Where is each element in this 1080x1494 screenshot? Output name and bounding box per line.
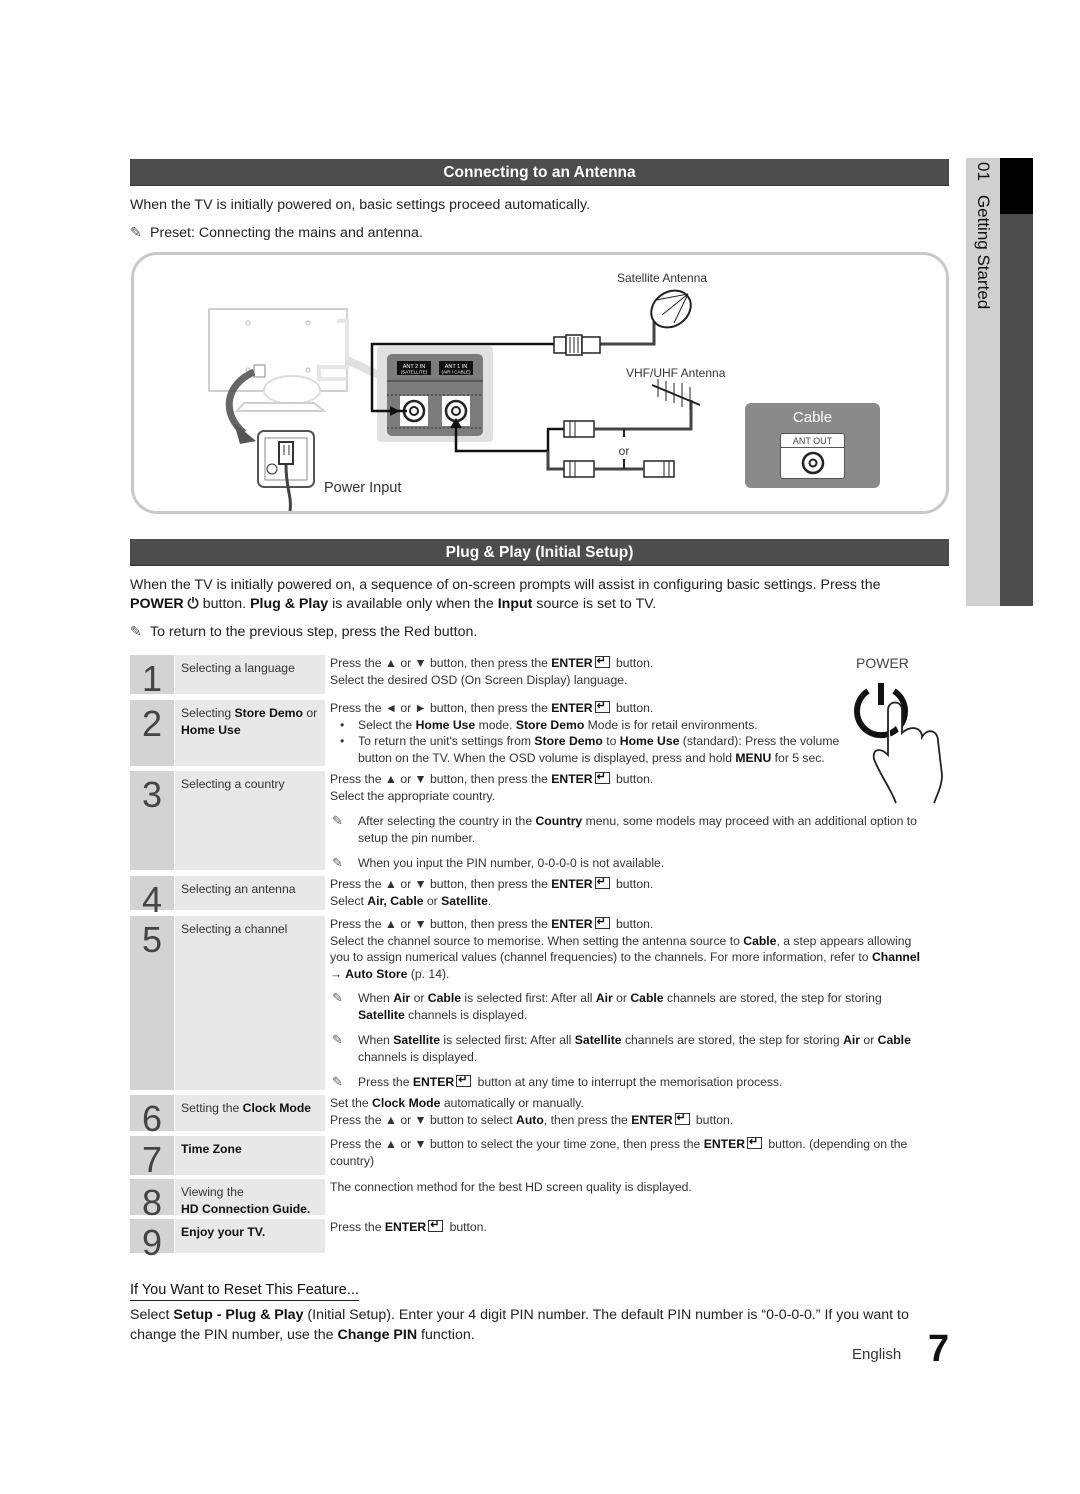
step-row-4: 4 Selecting an antenna	[130, 876, 325, 920]
step-number: 9	[130, 1219, 174, 1263]
note-pencil-icon: ✎	[332, 813, 343, 828]
vhf-uhf-antenna-icon	[651, 379, 701, 409]
step-title: Viewing the HD Connection Guide.	[175, 1179, 325, 1216]
chapter-number: 01	[974, 162, 993, 181]
note-pencil-icon: ✎	[332, 990, 343, 1005]
note-pencil-icon: ✎	[130, 623, 142, 639]
plug-play-note: ✎ To return to the previous step, press t…	[130, 623, 478, 640]
step-number: 5	[130, 916, 174, 1090]
power-button-hand-icon	[854, 683, 943, 804]
step-row-8: 8 Viewing the HD Connection Guide.	[130, 1179, 325, 1223]
enter-icon	[456, 1072, 472, 1089]
section-heading-antenna: Connecting to an Antenna	[130, 159, 949, 186]
step-5-note-3: ✎Press the ENTER button at any time to i…	[330, 1072, 782, 1091]
step-title: Selecting Store Demo or Home Use	[175, 700, 325, 766]
step-2-description: Press the ◄ or ► button, then press the …	[330, 698, 840, 767]
step-row-3: 3 Selecting a country	[130, 771, 325, 870]
step-title: Selecting an antenna	[175, 876, 325, 910]
power-illustration-label: POWER	[856, 655, 909, 671]
enter-icon	[674, 1110, 690, 1126]
ant-out-port: ANT OUT	[780, 433, 845, 479]
cable-title: Cable	[792, 409, 833, 426]
chapter-tab-marker	[1000, 158, 1033, 214]
step-row-5: 5 Selecting a channel	[130, 916, 325, 1090]
ant-out-label: ANT OUT	[781, 436, 844, 448]
step-9-description: Press the ENTER button.	[330, 1217, 487, 1236]
step-3-description: Press the ▲ or ▼ button, then press the …	[330, 769, 653, 804]
note-pencil-icon: ✎	[332, 1074, 343, 1089]
step-number: 7	[130, 1136, 174, 1180]
step-title: Selecting a country	[175, 771, 325, 870]
step-7-description: Press the ▲ or ▼ button to select the yo…	[330, 1134, 920, 1169]
step-number: 1	[130, 655, 174, 699]
step-number: 3	[130, 771, 174, 870]
step-row-1: 1 Selecting a language	[130, 655, 325, 699]
step-title: Time Zone	[175, 1136, 325, 1175]
step-3-note-1: ✎ After selecting the country in the Coun…	[332, 813, 917, 845]
chapter-tab-bar	[1000, 214, 1033, 606]
bullet-item: To return the unit's settings from Store…	[330, 733, 840, 766]
power-socket-icon	[257, 430, 315, 511]
svg-text:or: or	[619, 444, 630, 458]
enter-icon	[747, 1134, 763, 1151]
step-row-9: 9 Enjoy your TV.	[130, 1219, 325, 1263]
step-4-description: Press the ▲ or ▼ button, then press the …	[330, 874, 653, 909]
page-number: 7	[928, 1328, 950, 1370]
step-8-description: The connection method for the best HD sc…	[330, 1180, 692, 1194]
step-row-6: 6 Setting the Clock Mode	[130, 1095, 325, 1139]
power-icon: ⏻	[183, 596, 203, 612]
satellite-antenna-label: Satellite Antenna	[617, 271, 708, 285]
enter-icon	[594, 874, 610, 891]
step-3-note-2: ✎ When you input the PIN number, 0-0-0-0 …	[332, 855, 665, 870]
cable-source-box: Cable ANT OUT	[745, 403, 880, 488]
note-pencil-icon: ✎	[332, 1032, 343, 1047]
step-title: Setting the Clock Mode	[175, 1095, 325, 1131]
coax-port-icon	[801, 451, 825, 475]
step-5-note-2: ✎ When Satellite is selected first: After…	[332, 1032, 911, 1064]
vhf-uhf-antenna-label: VHF/UHF Antenna	[626, 366, 726, 380]
section-heading-plug-play: Plug & Play (Initial Setup)	[130, 539, 949, 566]
step-number: 6	[130, 1095, 174, 1139]
chapter-title: 01 Getting Started	[973, 162, 993, 309]
enter-icon	[594, 698, 610, 715]
antenna-note: ✎ Preset: Connecting the mains and antenn…	[130, 224, 423, 241]
note-pencil-icon: ✎	[130, 224, 142, 240]
enter-icon	[428, 1217, 444, 1234]
svg-text:(AIR / CABLE): (AIR / CABLE)	[441, 370, 471, 375]
antenna-input-panel: ANT 2 IN (SATELLITE) ANT 1 IN (AIR / CAB…	[345, 346, 493, 442]
reset-text: Select Setup - Plug & Play (Initial Setu…	[130, 1307, 909, 1343]
satellite-dish-icon	[650, 289, 692, 329]
enter-icon	[594, 653, 610, 670]
step-row-7: 7 Time Zone	[130, 1136, 325, 1180]
step-title: Selecting a channel	[175, 916, 325, 1090]
step-number: 4	[130, 876, 174, 920]
chapter-label: Getting Started	[974, 194, 993, 310]
step-title: Enjoy your TV.	[175, 1219, 325, 1253]
step-number: 2	[130, 700, 174, 766]
enter-icon	[594, 769, 610, 786]
step-1-description: Press the ▲ or ▼ button, then press the …	[330, 653, 653, 688]
antenna-intro: When the TV is initially powered on, bas…	[130, 197, 591, 213]
step-5-note-1: ✎ When Air or Cable is selected first: Af…	[332, 990, 882, 1022]
reset-heading: If You Want to Reset This Feature...	[130, 1282, 359, 1301]
footer-language: English	[852, 1346, 902, 1363]
antenna-connection-diagram: ANT 2 IN (SATELLITE) ANT 1 IN (AIR / CAB…	[131, 252, 949, 514]
plug-play-intro: When the TV is initially powered on, a s…	[130, 577, 881, 612]
svg-text:(SATELLITE): (SATELLITE)	[401, 370, 428, 375]
step-number: 8	[130, 1179, 174, 1223]
satellite-connector-icon	[553, 334, 601, 356]
step-5-description: Press the ▲ or ▼ button, then press the …	[330, 914, 930, 983]
step-row-2: 2 Selecting Store Demo or Home Use	[130, 700, 325, 766]
step-6-description: Set the Clock Mode automatically or manu…	[330, 1095, 733, 1128]
enter-icon	[594, 914, 610, 931]
note-pencil-icon: ✎	[332, 855, 343, 870]
power-input-label: Power Input	[324, 480, 402, 496]
step-title: Selecting a language	[175, 655, 325, 694]
bullet-item: Select the Home Use mode. Store Demo Mod…	[330, 717, 840, 734]
